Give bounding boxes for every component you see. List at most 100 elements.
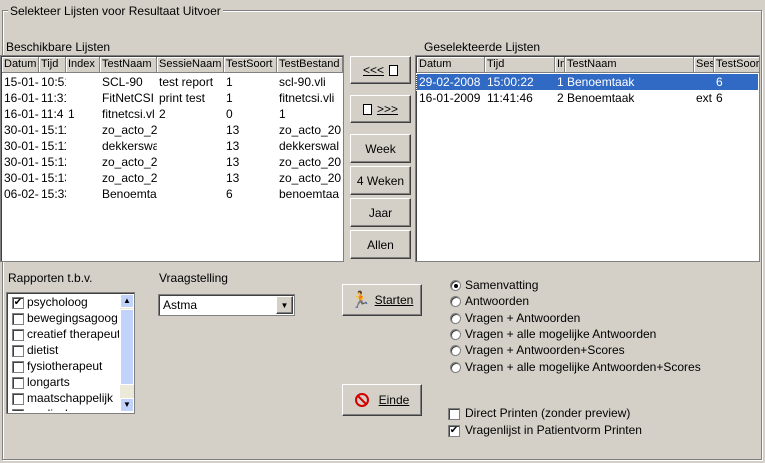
table-row[interactable]: 29-02-2008 15:00:22 1 Benoemtaak 6 bbox=[416, 73, 759, 91]
column-header[interactable]: In bbox=[555, 57, 565, 73]
report-checkbox[interactable] bbox=[12, 345, 24, 357]
table-cell: fitnetcsi.vl bbox=[102, 107, 155, 121]
table-cell: 15:11 bbox=[41, 123, 66, 137]
table-cell: 15:12 bbox=[41, 155, 66, 169]
four-weeks-button[interactable]: 4 Weken bbox=[350, 166, 411, 195]
report-item-label: bewegingsagoog bbox=[27, 311, 118, 325]
column-header[interactable]: Ses bbox=[694, 57, 714, 73]
output-option-label: Vragen + Antwoorden bbox=[465, 310, 581, 325]
table-cell: 10:51 bbox=[41, 75, 66, 89]
remove-button-label: <<< bbox=[362, 63, 385, 77]
chevron-down-icon[interactable]: ▼ bbox=[276, 296, 293, 314]
week-button[interactable]: Week bbox=[350, 134, 411, 163]
table-row[interactable]: 30-01-215:11 dekkerswa 13 dekkerswal bbox=[2, 138, 342, 154]
table-cell: Benoemtaak bbox=[567, 75, 635, 89]
table-cell: benoemtaa bbox=[279, 187, 340, 201]
table-cell: 11:31 bbox=[41, 91, 66, 105]
selected-lists-table[interactable]: DatumTijdInTestNaamSesTestSoort29-02-200… bbox=[415, 55, 760, 262]
table-cell: Benoemta bbox=[102, 187, 157, 201]
reports-listbox[interactable]: ✔ psycholoog bewegingsagoog creatief therap… bbox=[6, 292, 135, 414]
column-header[interactable]: TestSoort bbox=[224, 57, 277, 73]
column-header[interactable]: Datum bbox=[417, 57, 485, 73]
table-row[interactable]: 16-01-2009 11:41:46 2 Benoemtaak ext 6 bbox=[417, 90, 758, 106]
output-option-radio[interactable] bbox=[450, 361, 461, 373]
print-option-label: Vragenlijst in Patientvorm Printen bbox=[465, 423, 642, 437]
table-cell: 6 bbox=[716, 75, 723, 89]
end-button-label: Einde bbox=[378, 393, 410, 407]
column-header[interactable]: Tijd bbox=[39, 57, 66, 73]
available-lists-table[interactable]: Datum Tijd Index TestNaam SessieNaam TestSoor… bbox=[0, 55, 344, 262]
output-option-radio[interactable] bbox=[450, 280, 461, 291]
running-man-icon: 🏃 bbox=[350, 292, 371, 309]
column-header[interactable]: SessieNaam bbox=[157, 57, 224, 73]
table-row[interactable]: 15-01-210:51 SCL-90 test report 1 scl-90.vli bbox=[2, 74, 342, 90]
print-option-checkbox[interactable]: ✔ bbox=[448, 425, 460, 437]
table-row[interactable]: 06-02-215:33 Benoemta 6 benoemtaa bbox=[2, 186, 342, 202]
report-checkbox[interactable] bbox=[12, 377, 24, 389]
scroll-thumb[interactable] bbox=[120, 309, 134, 385]
selected-lists-label: Geselekteerde Lijsten bbox=[424, 40, 541, 54]
table-cell: zo_acto_20 bbox=[279, 123, 342, 137]
document-icon bbox=[362, 103, 372, 115]
chevron-up-icon[interactable]: ▲ bbox=[120, 294, 134, 308]
year-button[interactable]: Jaar bbox=[350, 198, 411, 227]
table-cell: 1 bbox=[68, 107, 75, 121]
column-header[interactable]: TestBestand bbox=[277, 57, 343, 73]
table-row[interactable]: 30-01-215:12 zo_acto_2 13 zo_acto_20 bbox=[2, 154, 342, 170]
report-checkbox[interactable] bbox=[12, 313, 24, 325]
column-header[interactable]: Index bbox=[66, 57, 100, 73]
table-row[interactable]: 30-01-215:11 zo_acto_2 13 zo_acto_20 bbox=[2, 122, 342, 138]
report-item-label: maatschappelijk bbox=[27, 391, 114, 405]
column-header[interactable]: Datum bbox=[2, 57, 39, 73]
column-header[interactable]: TestNaam bbox=[565, 57, 694, 73]
table-cell: 13 bbox=[226, 123, 240, 137]
report-checkbox[interactable] bbox=[12, 329, 24, 341]
output-option-radio[interactable] bbox=[450, 296, 461, 308]
remove-button[interactable]: <<< bbox=[350, 56, 411, 84]
output-option-label: Vragen + Antwoorden+Scores bbox=[465, 343, 625, 358]
report-checkbox[interactable] bbox=[12, 409, 24, 411]
table-row[interactable]: 30-01-215:13 zo_acto_2 13 zo_acto_20 bbox=[2, 170, 342, 186]
all-button[interactable]: Allen bbox=[350, 230, 411, 259]
reports-scrollbar[interactable]: ▲ ▼ bbox=[120, 294, 134, 412]
table-cell: 0 bbox=[226, 107, 233, 121]
table-row[interactable]: 16-01-211:4 1 fitnetcsi.vl 2 0 1 bbox=[2, 106, 342, 122]
chevron-down-icon[interactable]: ▼ bbox=[120, 398, 134, 412]
table-cell: 11:4 bbox=[41, 107, 64, 121]
table-cell: 30-01-2 bbox=[4, 171, 39, 185]
report-checkbox[interactable]: ✔ bbox=[12, 297, 24, 309]
table-cell: 30-01-2 bbox=[4, 123, 39, 137]
column-header[interactable]: Tijd bbox=[485, 57, 555, 73]
output-option-label: Antwoorden bbox=[465, 294, 530, 309]
table-row[interactable]: 16-01-211:31 FitNetCSI print test 1 fitnetcs… bbox=[2, 90, 342, 106]
table-cell: 16-01-2 bbox=[4, 107, 39, 121]
report-checkbox[interactable] bbox=[12, 393, 24, 405]
question-select[interactable]: Astma ▼ bbox=[158, 294, 295, 316]
output-option-label: Vragen + alle mogelijke Antwoorden bbox=[465, 326, 657, 341]
table-cell: 11:41:46 bbox=[487, 91, 533, 105]
reports-label: Rapporten t.b.v. bbox=[8, 271, 93, 285]
print-option-checkbox[interactable] bbox=[448, 408, 460, 420]
output-option-radio[interactable] bbox=[450, 345, 461, 357]
add-button[interactable]: >>> bbox=[350, 95, 411, 123]
table-cell: 1 bbox=[226, 91, 233, 105]
question-label: Vraagstelling bbox=[159, 271, 228, 285]
output-option-label: Vragen + alle mogelijke Antwoorden+Score… bbox=[465, 359, 701, 374]
table-cell: 16-01-2 bbox=[4, 91, 39, 105]
report-checkbox[interactable] bbox=[12, 361, 24, 373]
output-option-radio[interactable] bbox=[450, 328, 461, 340]
start-button[interactable]: 🏃 Starten bbox=[342, 284, 422, 316]
table-cell: 2 bbox=[557, 91, 564, 105]
add-button-label: >>> bbox=[376, 102, 399, 116]
table-cell: zo_acto_2 bbox=[102, 171, 157, 185]
column-header[interactable]: TestSoort bbox=[714, 57, 759, 73]
table-cell: 15:13 bbox=[41, 171, 66, 185]
output-option-radio[interactable] bbox=[450, 312, 461, 324]
print-options: Direct Printen (zonder preview) ✔ Vragenli… bbox=[448, 406, 748, 442]
table-cell: 06-02-2 bbox=[4, 187, 39, 201]
table-cell: dekkerswa bbox=[102, 139, 157, 153]
column-header[interactable]: TestNaam bbox=[100, 57, 157, 73]
table-cell: 15-01-2 bbox=[4, 75, 39, 89]
end-button[interactable]: Einde bbox=[342, 384, 422, 416]
print-option-label: Direct Printen (zonder preview) bbox=[465, 406, 631, 420]
